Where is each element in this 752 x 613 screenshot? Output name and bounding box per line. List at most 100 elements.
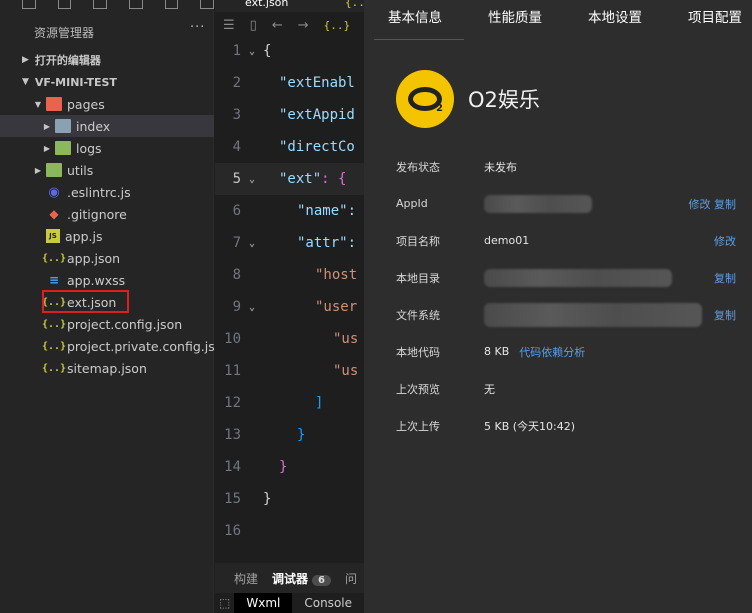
app-name: O2娱乐 — [468, 88, 540, 112]
list-icon[interactable]: ☰ — [223, 18, 235, 33]
tree-item-eslintrc[interactable]: ◉ .eslintrc.js — [0, 181, 214, 203]
project-label: VF-MINI-TEST — [34, 75, 117, 89]
tab-more[interactable]: 问 — [345, 570, 357, 587]
json-file-icon: {..} — [41, 318, 67, 330]
file-tree: ▼ pages ▶ index ▶ logs ▶ utils ◉ .eslint… — [0, 93, 227, 379]
dependency-analysis-link[interactable]: 代码依赖分析 — [519, 344, 585, 360]
tree-item-app-js[interactable]: JS app.js — [0, 225, 214, 247]
bottom-panel-tabs: 构建 调试器 6 问 — [215, 563, 364, 593]
app-header: 2 O2娱乐 — [396, 70, 540, 128]
tab-basic-info[interactable]: 基本信息 — [364, 0, 464, 40]
code-text: : { — [321, 171, 347, 187]
back-arrow-icon[interactable]: ← — [272, 18, 283, 33]
code-area[interactable]: 1 ⌄{ 2 "extEnabl 3 "extAppid 4 "directCo 5 ⌄ "… — [215, 35, 364, 547]
line-number: 1 — [232, 43, 241, 59]
tree-item-project-config[interactable]: {..} project.config.json — [0, 313, 214, 335]
code-line: 2 "extEnabl — [215, 67, 364, 99]
code-line: 8 "host — [215, 259, 364, 291]
inspect-cursor-icon[interactable]: ⬚ — [215, 596, 234, 610]
fold-chevron-icon[interactable]: ⌄ — [241, 174, 263, 185]
tab-local-settings[interactable]: 本地设置 — [564, 0, 664, 40]
tree-item-app-json[interactable]: {..} app.json — [0, 247, 214, 269]
copy-link[interactable]: 复制 — [714, 307, 736, 323]
project-section[interactable]: ▼ VF-MINI-TEST — [0, 71, 214, 93]
app-logo: 2 — [396, 70, 454, 128]
forward-arrow-icon[interactable]: → — [298, 18, 309, 33]
logo-subscript: 2 — [436, 103, 443, 114]
open-editors-label: 打开的编辑器 — [34, 54, 101, 67]
tree-item-app-wxss[interactable]: ≡ app.wxss — [0, 269, 214, 291]
tree-item-utils[interactable]: ▶ utils — [0, 159, 214, 181]
code-text: "attr": — [297, 235, 357, 251]
copy-link[interactable]: 复制 — [714, 198, 736, 211]
extensions-icon[interactable] — [129, 0, 143, 9]
code-text: "name": — [297, 203, 357, 219]
info-label: 本地目录 — [396, 271, 440, 285]
code-text: "directCo — [279, 139, 355, 155]
info-label: 项目名称 — [396, 234, 440, 248]
tree-item-index[interactable]: ▶ index — [0, 115, 214, 137]
files-icon[interactable] — [22, 0, 36, 9]
folder-icon — [46, 97, 62, 111]
debug-icon[interactable] — [164, 0, 179, 9]
tree-item-project-private-config[interactable]: {..} project.private.config.js... — [0, 335, 227, 357]
line-number: 12 — [224, 395, 241, 411]
search-icon[interactable] — [57, 0, 72, 9]
code-line-current: 5 ⌄ "ext": { — [215, 163, 364, 195]
tree-item-label: pages — [67, 96, 105, 112]
remote-icon[interactable] — [200, 0, 215, 9]
line-number: 2 — [232, 75, 241, 91]
code-line: 6 "name": — [215, 195, 364, 227]
code-line: 10 "us — [215, 323, 364, 355]
appid-actions: 修改 复制 — [689, 196, 737, 212]
info-value: 8 KB — [484, 345, 510, 358]
line-number: 13 — [224, 427, 241, 443]
tree-item-logs[interactable]: ▶ logs — [0, 137, 214, 159]
info-row-last-upload: 上次上传 5 KB (今天10:42) — [396, 407, 736, 444]
fold-chevron-icon[interactable]: ⌄ — [241, 238, 263, 249]
tree-item-label: index — [76, 118, 111, 134]
chevron-right-icon: ▶ — [43, 121, 51, 131]
tree-item-gitignore[interactable]: ◆ .gitignore — [0, 203, 214, 225]
info-label: 文件系统 — [396, 308, 440, 322]
count-badge: 6 — [312, 574, 331, 586]
copy-link[interactable]: 复制 — [714, 270, 736, 286]
fold-chevron-icon[interactable]: ⌄ — [241, 46, 263, 57]
tab-ext-json[interactable]: ext.json — [245, 0, 288, 9]
code-line: 11 "us — [215, 355, 364, 387]
tab-build[interactable]: 构建 — [234, 570, 258, 587]
bookmark-icon[interactable]: ▯ — [250, 18, 257, 33]
info-list: 发布状态 未发布 AppId 修改 复制 项目名称 demo01 修改 本地目录… — [396, 148, 736, 444]
tab-project-config[interactable]: 项目配置 — [664, 0, 752, 40]
tree-item-sitemap[interactable]: {..} sitemap.json — [0, 357, 214, 379]
info-row-project-name: 项目名称 demo01 修改 — [396, 222, 736, 259]
edit-link[interactable]: 修改 — [689, 198, 711, 211]
edit-link[interactable]: 修改 — [714, 233, 736, 249]
line-number: 10 — [224, 331, 241, 347]
tab-debugger[interactable]: 调试器 6 — [272, 570, 331, 587]
code-line: 14} — [215, 451, 364, 483]
tab-performance[interactable]: 性能质量 — [464, 0, 564, 40]
tree-item-pages[interactable]: ▼ pages — [0, 93, 214, 115]
source-control-icon[interactable] — [93, 0, 108, 9]
devtools-tabs: ⬚ Wxml Console — [215, 593, 364, 613]
more-actions-icon[interactable]: ··· — [190, 20, 205, 35]
code-line: 16 — [215, 515, 364, 547]
line-number: 4 — [232, 139, 241, 155]
tree-item-label: app.js — [65, 228, 103, 244]
js-file-icon: JS — [46, 229, 60, 243]
open-editors-section[interactable]: ▶ 打开的编辑器 — [0, 49, 214, 71]
tab-debugger-label: 调试器 — [272, 571, 309, 586]
fold-chevron-icon[interactable]: ⌄ — [241, 302, 263, 313]
info-row-appid: AppId 修改 复制 — [396, 185, 736, 222]
line-number: 3 — [232, 107, 241, 123]
info-row-publish-status: 发布状态 未发布 — [396, 148, 736, 185]
redacted-value — [484, 194, 592, 213]
json-file-icon: {..} — [323, 18, 351, 32]
code-line: 9 ⌄ "user — [215, 291, 364, 323]
tab-wxml[interactable]: Wxml — [234, 593, 293, 613]
tree-item-label: project.private.config.js... — [67, 338, 227, 354]
code-line: 15} — [215, 483, 364, 515]
code-text: } — [279, 459, 288, 475]
tab-console[interactable]: Console — [292, 593, 364, 613]
